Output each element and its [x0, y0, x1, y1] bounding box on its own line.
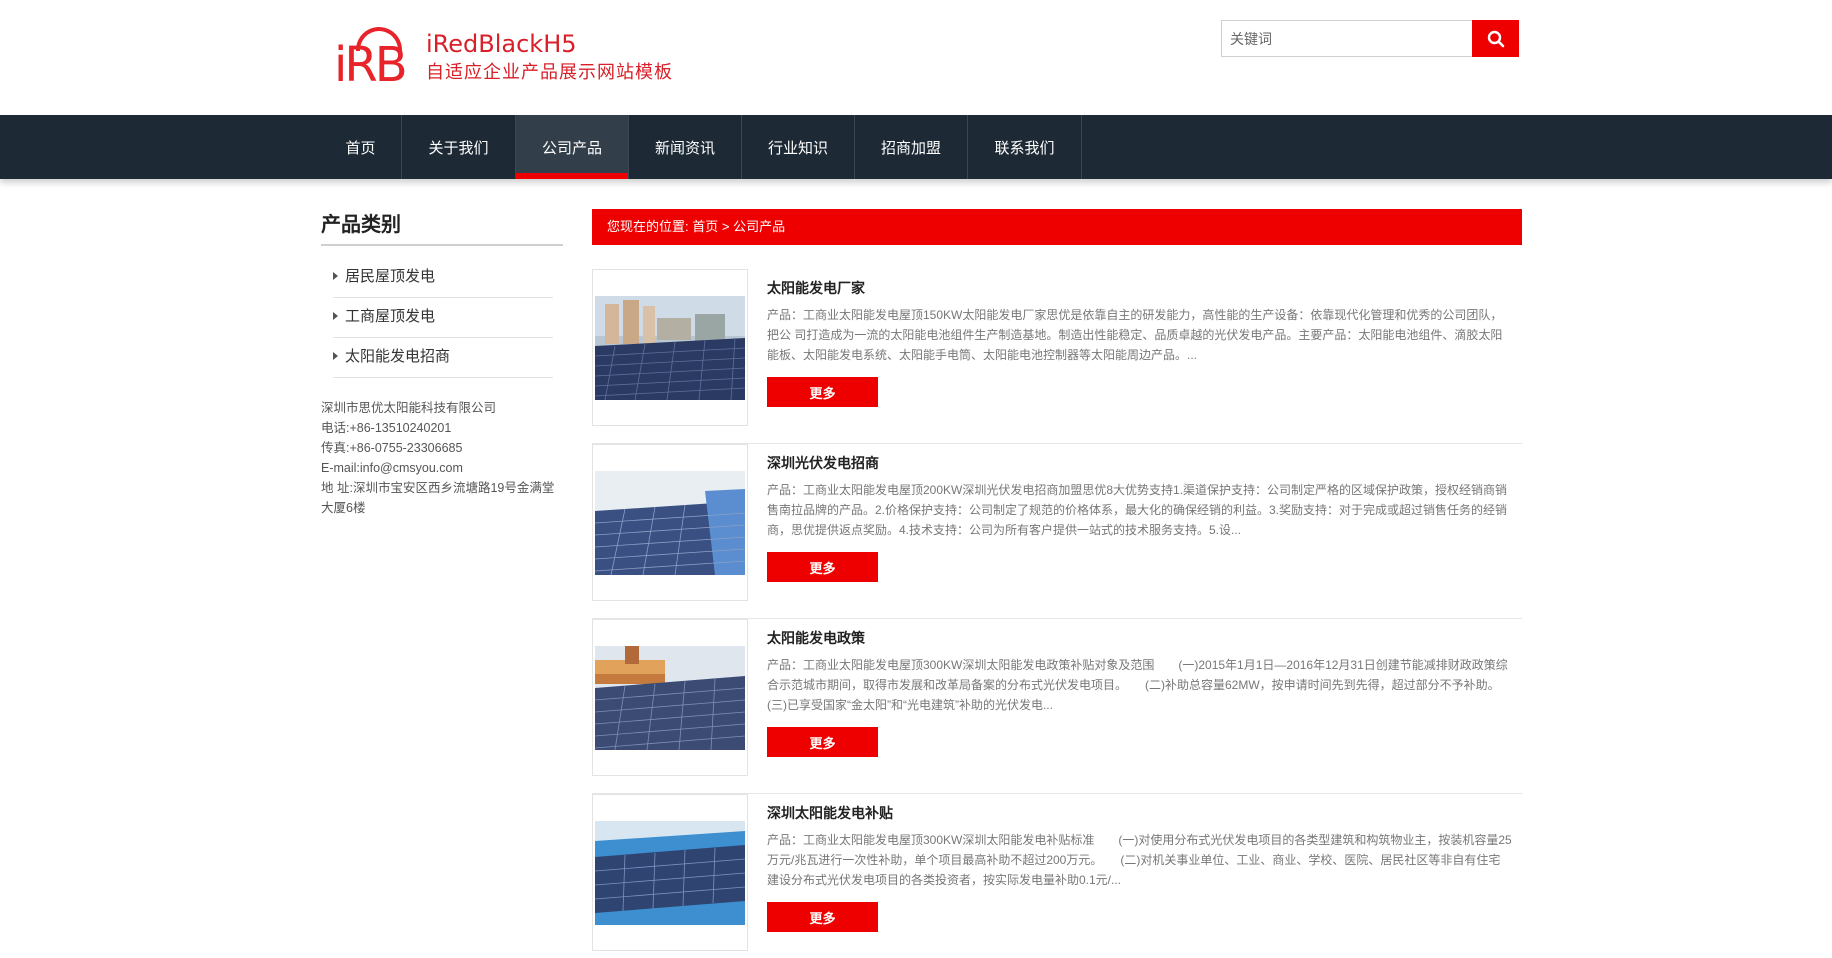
main-nav: 首页 关于我们 公司产品 新闻资讯 行业知识 招商加盟 联系我们 [0, 115, 1832, 179]
product-thumbnail[interactable] [592, 444, 748, 601]
site-header: iRB iRedBlackH5 自适应企业产品展示网站模板 [0, 0, 1832, 115]
product-description: 产品：工商业太阳能发电屋顶300KW深圳太阳能发电补贴标准 (一)对使用分布式光… [767, 833, 1512, 887]
product-title[interactable]: 深圳光伏发电招商 [767, 454, 1512, 472]
sidebar-item-label: 居民屋顶发电 [345, 268, 436, 285]
nav-label: 首页 [345, 139, 376, 157]
brand-subtitle: 自适应企业产品展示网站模板 [426, 62, 673, 82]
sidebar-item-franchise[interactable]: 太阳能发电招商 [333, 338, 553, 378]
nav-item-franchise[interactable]: 招商加盟 [855, 115, 968, 179]
search-icon [1487, 30, 1504, 47]
contact-phone: 电话:+86-13510240201 [321, 421, 452, 435]
nav-label: 联系我们 [994, 139, 1055, 157]
brand-title: iRedBlackH5 [426, 30, 577, 58]
contact-fax: 传真:+86-0755-23306685 [321, 441, 463, 455]
triangle-right-icon [333, 272, 338, 280]
sidebar-item-commercial[interactable]: 工商屋顶发电 [333, 298, 553, 338]
product-description: 产品：工商业太阳能发电屋顶150KW太阳能发电厂家思优是依靠自主的研发能力，高性… [767, 308, 1503, 362]
product-description: 产品：工商业太阳能发电屋顶200KW深圳光伏发电招商加盟思优8大优势支持1.渠道… [767, 483, 1508, 537]
sidebar-item-label: 太阳能发电招商 [345, 348, 451, 365]
sidebar: 产品类别 居民屋顶发电 工商屋顶发电 太阳能发电招商 深圳市思优太阳能科技有限公… [321, 210, 563, 518]
nav-label: 公司产品 [541, 139, 602, 157]
more-button[interactable]: 更多 [767, 902, 878, 932]
product-thumbnail[interactable] [592, 619, 748, 776]
product-list: 太阳能发电厂家 产品：工商业太阳能发电屋顶150KW太阳能发电厂家思优是依靠自主… [592, 269, 1522, 958]
more-button[interactable]: 更多 [767, 727, 878, 757]
product-body: 深圳光伏发电招商 产品：工商业太阳能发电屋顶200KW深圳光伏发电招商加盟思优8… [767, 454, 1512, 582]
search-input[interactable] [1221, 20, 1472, 57]
sidebar-title: 产品类别 [321, 210, 563, 246]
sidebar-item-label: 工商屋顶发电 [345, 308, 436, 325]
triangle-right-icon [333, 312, 338, 320]
nav-item-news[interactable]: 新闻资讯 [629, 115, 742, 179]
product-body: 深圳太阳能发电补贴 产品：工商业太阳能发电屋顶300KW深圳太阳能发电补贴标准 … [767, 804, 1512, 932]
product-description: 产品：工商业太阳能发电屋顶300KW深圳太阳能发电政策补贴对象及范围 (一)20… [767, 658, 1508, 712]
breadcrumb-home-link[interactable]: 首页 [692, 219, 718, 234]
nav-item-products[interactable]: 公司产品 [516, 115, 629, 179]
product-title[interactable]: 深圳太阳能发电补贴 [767, 804, 1512, 822]
solar-rooftop-image [595, 295, 745, 400]
product-item: 太阳能发电政策 产品：工商业太阳能发电屋顶300KW深圳太阳能发电政策补贴对象及… [592, 619, 1522, 794]
solar-blue-roof-image [595, 820, 745, 925]
product-title[interactable]: 太阳能发电厂家 [767, 279, 1512, 297]
triangle-right-icon [333, 352, 338, 360]
search-button[interactable] [1472, 20, 1519, 57]
nav-item-knowledge[interactable]: 行业知识 [742, 115, 855, 179]
sidebar-item-residential[interactable]: 居民屋顶发电 [333, 258, 553, 298]
breadcrumb: 您现在的位置: 首页 > 公司产品 [592, 209, 1522, 245]
nav-item-contact[interactable]: 联系我们 [968, 115, 1082, 179]
nav-list: 首页 关于我们 公司产品 新闻资讯 行业知识 招商加盟 联系我们 [320, 115, 1082, 179]
solar-building-roof-image [595, 645, 745, 750]
logo-mark: iRB [334, 25, 412, 93]
nav-label: 关于我们 [428, 139, 489, 157]
nav-item-home[interactable]: 首页 [320, 115, 402, 179]
breadcrumb-separator: > [721, 219, 730, 234]
product-thumbnail[interactable] [592, 269, 748, 426]
breadcrumb-current-link[interactable]: 公司产品 [733, 219, 785, 234]
category-list: 居民屋顶发电 工商屋顶发电 太阳能发电招商 [321, 258, 563, 378]
contact-email: E-mail:info@cmsyou.com [321, 461, 463, 475]
logo-mark-text: iRB [334, 37, 408, 93]
solar-factory-roof-image [595, 470, 745, 575]
more-button[interactable]: 更多 [767, 377, 878, 407]
product-item: 深圳光伏发电招商 产品：工商业太阳能发电屋顶200KW深圳光伏发电招商加盟思优8… [592, 444, 1522, 619]
nav-label: 行业知识 [767, 139, 828, 157]
logo[interactable]: iRB iRedBlackH5 自适应企业产品展示网站模板 [334, 22, 714, 92]
nav-label: 新闻资讯 [654, 139, 715, 157]
product-item: 深圳太阳能发电补贴 产品：工商业太阳能发电屋顶300KW深圳太阳能发电补贴标准 … [592, 794, 1522, 958]
logo-text: iRedBlackH5 自适应企业产品展示网站模板 [426, 30, 673, 84]
breadcrumb-prefix: 您现在的位置: [607, 219, 689, 234]
contact-address: 地 址:深圳市宝安区西乡流塘路19号金满堂大厦6楼 [321, 481, 555, 515]
nav-item-about[interactable]: 关于我们 [402, 115, 516, 179]
contact-info: 深圳市思优太阳能科技有限公司 电话:+86-13510240201 传真:+86… [321, 398, 563, 518]
product-title[interactable]: 太阳能发电政策 [767, 629, 1512, 647]
product-item: 太阳能发电厂家 产品：工商业太阳能发电屋顶150KW太阳能发电厂家思优是依靠自主… [592, 269, 1522, 444]
contact-company: 深圳市思优太阳能科技有限公司 [321, 401, 497, 415]
product-thumbnail[interactable] [592, 794, 748, 951]
nav-label: 招商加盟 [880, 139, 941, 157]
main-content: 您现在的位置: 首页 > 公司产品 太阳能发电厂家 产品：工商业太阳能发电屋顶1… [592, 209, 1522, 958]
more-button[interactable]: 更多 [767, 552, 878, 582]
search-bar [1221, 20, 1519, 57]
product-body: 太阳能发电厂家 产品：工商业太阳能发电屋顶150KW太阳能发电厂家思优是依靠自主… [767, 279, 1512, 407]
product-body: 太阳能发电政策 产品：工商业太阳能发电屋顶300KW深圳太阳能发电政策补贴对象及… [767, 629, 1512, 757]
